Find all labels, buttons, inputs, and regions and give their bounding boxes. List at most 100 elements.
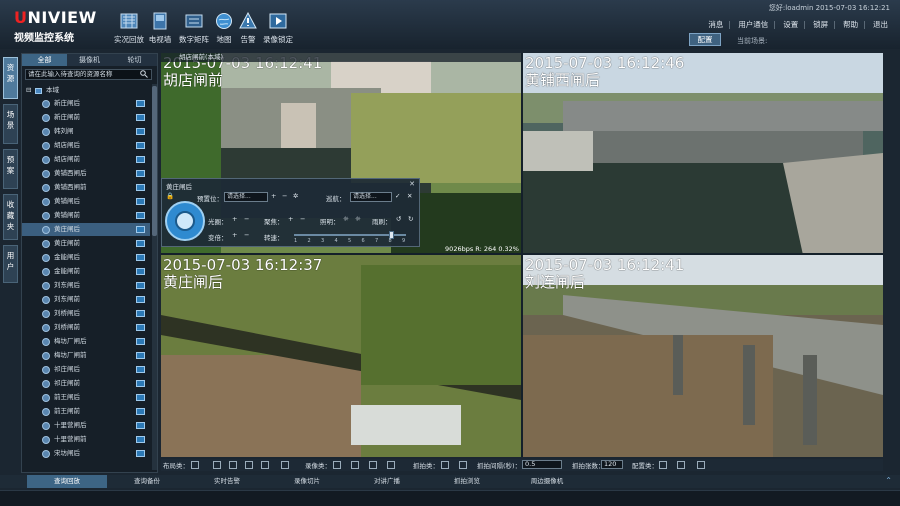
- link-settings[interactable]: 设置: [783, 20, 798, 29]
- record-download-icon[interactable]: [369, 461, 377, 469]
- joystick-knob[interactable]: [175, 211, 195, 231]
- link-exit[interactable]: 退出: [873, 20, 888, 29]
- tree-camera-item[interactable]: 宋坊闸后: [22, 447, 150, 460]
- camera-play-icon[interactable]: [136, 338, 145, 345]
- tab-query-backup[interactable]: 查询备份: [107, 475, 187, 488]
- layout-4-icon[interactable]: [229, 461, 237, 469]
- tree-camera-item[interactable]: 黄庄闸前: [22, 237, 150, 250]
- layout-9-icon[interactable]: [261, 461, 269, 469]
- camera-play-icon[interactable]: [136, 212, 145, 219]
- tree-camera-item[interactable]: 十里营闸前: [22, 433, 150, 446]
- tab-query-playback[interactable]: 查询回放: [27, 475, 107, 488]
- camera-play-icon[interactable]: [136, 310, 145, 317]
- tree-camera-item[interactable]: 刘桥闸前: [22, 321, 150, 334]
- camera-play-icon[interactable]: [136, 324, 145, 331]
- tab-all[interactable]: 全部: [22, 54, 67, 66]
- count-input[interactable]: 120: [601, 460, 623, 469]
- link-user-comm[interactable]: 用户通信: [738, 20, 768, 29]
- wiper-on-icon[interactable]: ↺: [396, 215, 401, 223]
- mic-icon[interactable]: [659, 461, 667, 469]
- camera-play-icon[interactable]: [136, 128, 145, 135]
- tree-camera-item[interactable]: 黄铺闸前: [22, 209, 150, 222]
- camera-play-icon[interactable]: [136, 254, 145, 261]
- tree-camera-item[interactable]: 梅坊厂闸前: [22, 349, 150, 362]
- tree-camera-item[interactable]: 梅坊厂闸后: [22, 335, 150, 348]
- tree-camera-item[interactable]: 前王闸后: [22, 391, 150, 404]
- tree-camera-item[interactable]: 刘东闸前: [22, 293, 150, 306]
- camera-play-icon[interactable]: [136, 268, 145, 275]
- wiper-off-icon[interactable]: ↻: [408, 215, 413, 223]
- layout-1-icon[interactable]: [213, 461, 221, 469]
- tree-camera-item[interactable]: 前王闸前: [22, 405, 150, 418]
- tree-camera-item[interactable]: 新庄闸前: [22, 111, 150, 124]
- tab-nearby-cameras[interactable]: 周边摄像机: [507, 475, 587, 488]
- tree-camera-item[interactable]: 黄铺闸后: [22, 195, 150, 208]
- tree-camera-item[interactable]: 刘东闸后: [22, 279, 150, 292]
- resource-search-input[interactable]: 请在此输入待查询的资源名称: [25, 69, 152, 80]
- zoom-minus-icon[interactable]: −: [244, 231, 249, 239]
- camera-play-icon[interactable]: [136, 142, 145, 149]
- config-button[interactable]: 配置: [689, 33, 721, 46]
- camera-play-icon[interactable]: [136, 114, 145, 121]
- record-start-icon[interactable]: [333, 461, 341, 469]
- iris-plus-icon[interactable]: +: [232, 215, 237, 223]
- link-lock[interactable]: 锁屏: [813, 20, 828, 29]
- tree-camera-item[interactable]: 胡店闸后: [22, 139, 150, 152]
- video-cell-2[interactable]: 2015-07-03 16:12:46 黄铺西闸后: [523, 53, 883, 255]
- speaker-icon[interactable]: [677, 461, 685, 469]
- tab-tours[interactable]: 轮切: [112, 54, 157, 66]
- camera-play-icon[interactable]: [136, 408, 145, 415]
- side-tab-scenes[interactable]: 场景: [3, 104, 18, 144]
- tree-camera-item[interactable]: 祁庄闸前: [22, 377, 150, 390]
- ptz-joystick[interactable]: [165, 201, 205, 241]
- cruise-play-icon[interactable]: ✓: [395, 192, 400, 200]
- close-all-icon[interactable]: [281, 461, 289, 469]
- camera-play-icon[interactable]: [136, 422, 145, 429]
- camera-play-icon[interactable]: [136, 296, 145, 303]
- camera-play-icon[interactable]: [136, 198, 145, 205]
- tab-cameras[interactable]: 摄像机: [67, 54, 112, 66]
- collapse-icon[interactable]: ⊟: [26, 84, 31, 97]
- tree-camera-item[interactable]: 胡店闸前: [22, 153, 150, 166]
- light-off-icon[interactable]: ☼: [355, 215, 361, 223]
- side-tab-plans[interactable]: 预案: [3, 149, 18, 189]
- camera-play-icon[interactable]: [136, 240, 145, 247]
- tab-intercom[interactable]: 对讲广播: [347, 475, 427, 488]
- search-icon[interactable]: [140, 70, 148, 78]
- focus-plus-icon[interactable]: +: [288, 215, 293, 223]
- camera-play-icon[interactable]: [136, 394, 145, 401]
- tree-camera-item[interactable]: 祁庄闸后: [22, 363, 150, 376]
- camera-play-icon[interactable]: [136, 282, 145, 289]
- tree-camera-item[interactable]: 十里营闸后: [22, 419, 150, 432]
- cruise-stop-icon[interactable]: ✕: [407, 192, 412, 200]
- capture-icon[interactable]: [441, 461, 449, 469]
- link-help[interactable]: 帮助: [843, 20, 858, 29]
- camera-play-icon[interactable]: [136, 352, 145, 359]
- cruise-select[interactable]: 请选择...: [350, 192, 392, 202]
- preset-remove-icon[interactable]: −: [282, 192, 287, 200]
- tree-camera-item[interactable]: 金能闸前: [22, 265, 150, 278]
- expand-up-icon[interactable]: ⌃: [885, 476, 892, 485]
- focus-minus-icon[interactable]: −: [300, 215, 305, 223]
- tree-camera-item[interactable]: 黄铺西闸前: [22, 181, 150, 194]
- ptz-close-icon[interactable]: ✕: [409, 180, 415, 188]
- tree-root[interactable]: ⊟ 本域: [22, 84, 150, 97]
- iris-minus-icon[interactable]: −: [244, 215, 249, 223]
- link-messages[interactable]: 消息: [708, 20, 723, 29]
- layout-grid-icon[interactable]: [191, 461, 199, 469]
- settings-icon[interactable]: [697, 461, 705, 469]
- record-lock-btn-icon[interactable]: [387, 461, 395, 469]
- tree-camera-item[interactable]: 黄铺西闸后: [22, 167, 150, 180]
- zoom-plus-icon[interactable]: +: [232, 231, 237, 239]
- preset-select[interactable]: 请选择...: [224, 192, 268, 202]
- side-tab-users[interactable]: 用户: [3, 245, 18, 283]
- side-tab-resources[interactable]: 资源: [3, 57, 18, 99]
- capture-burst-icon[interactable]: [459, 461, 467, 469]
- camera-play-icon[interactable]: [136, 156, 145, 163]
- side-tab-favorites[interactable]: 收藏夹: [3, 194, 18, 240]
- tree-camera-item[interactable]: 新庄闸后: [22, 97, 150, 110]
- camera-play-icon[interactable]: [136, 380, 145, 387]
- tab-realtime-alarm[interactable]: 实时告警: [187, 475, 267, 488]
- tree-camera-item[interactable]: 黄庄闸后: [22, 223, 150, 236]
- tree-scrollbar[interactable]: [152, 84, 157, 470]
